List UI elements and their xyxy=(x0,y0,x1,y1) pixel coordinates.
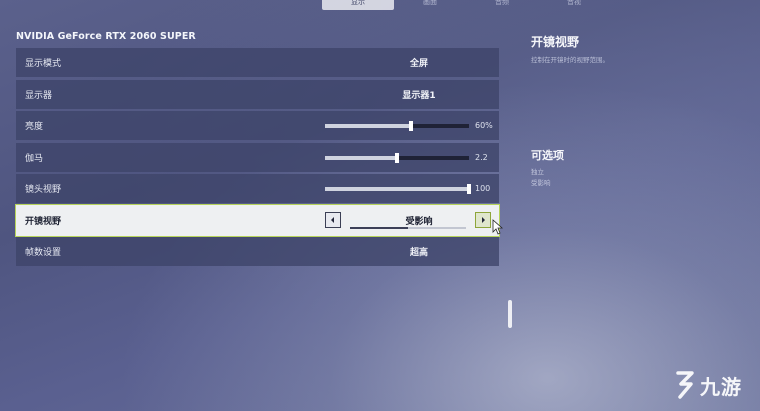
setting-value[interactable]: 显示器1 xyxy=(326,88,512,101)
setting-row-fov[interactable]: 镜头视野 100 xyxy=(16,174,499,203)
setting-label: 伽马 xyxy=(25,153,44,164)
option-next-button[interactable] xyxy=(475,211,491,228)
setting-label: 显示模式 xyxy=(25,59,62,69)
fov-value: 100 xyxy=(475,184,491,193)
setting-row-gamma[interactable]: 伽马 2.2 xyxy=(16,142,499,172)
option-item: 独立 xyxy=(531,168,544,176)
setting-row-monitor[interactable]: 显示器 显示器1 xyxy=(16,79,499,109)
slider-thumb[interactable] xyxy=(409,121,414,131)
gamma-slider[interactable] xyxy=(325,152,469,163)
tab-display[interactable]: 显示 xyxy=(322,0,394,10)
mouse-cursor-icon xyxy=(492,218,504,235)
setting-value[interactable]: 超高 xyxy=(326,245,512,258)
slider-thumb[interactable] xyxy=(467,184,471,194)
slider-fill xyxy=(325,124,412,128)
screen-glare xyxy=(508,300,512,328)
watermark: 九游 xyxy=(672,370,742,400)
settings-list: 显示模式 全屏 显示器 显示器1 亮度 60% 伽马 2.2 镜头视野 100 … xyxy=(15,48,504,269)
option-item: 受影响 xyxy=(531,179,551,187)
options-title: 可选项 xyxy=(531,149,564,162)
brightness-value: 60% xyxy=(475,121,493,130)
setting-row-framerate[interactable]: 帧数设置 超高 xyxy=(16,237,499,266)
setting-label: 帧数设置 xyxy=(25,248,62,258)
setting-label: 镜头视野 xyxy=(25,185,62,195)
setting-row-brightness[interactable]: 亮度 60% xyxy=(16,111,499,140)
setting-label: 亮度 xyxy=(25,122,44,132)
tab-voice[interactable]: 音视 xyxy=(538,0,610,10)
fov-slider[interactable] xyxy=(325,184,471,194)
setting-value[interactable]: 全屏 xyxy=(326,56,512,69)
chevron-right-icon xyxy=(482,216,485,223)
slider-fill xyxy=(325,187,469,191)
top-tab-bar: 显示 画面 音频 音视 xyxy=(322,0,622,10)
gamma-value: 2.2 xyxy=(475,152,488,162)
option-indicator xyxy=(350,226,466,229)
option-indicator-fill xyxy=(350,226,408,229)
brightness-slider[interactable] xyxy=(325,121,469,131)
setting-label: 显示器 xyxy=(25,90,53,101)
options-list: 独立 受影响 xyxy=(531,167,551,189)
setting-row-ads-fov[interactable]: 开镜视野 受影响 xyxy=(15,203,504,237)
watermark-text: 九游 xyxy=(700,374,742,399)
slider-fill xyxy=(325,155,397,160)
gpu-title: NVIDIA GeForce RTX 2060 SUPER xyxy=(16,31,196,42)
slider-thumb[interactable] xyxy=(395,152,399,163)
setting-row-display-mode[interactable]: 显示模式 全屏 xyxy=(16,48,499,77)
info-title: 开镜视野 xyxy=(531,35,580,49)
nine-game-logo-icon xyxy=(676,371,694,399)
info-description: 控制在开镜时的视野范围。 xyxy=(531,56,609,64)
tab-audio[interactable]: 音频 xyxy=(466,0,538,10)
setting-label: 开镜视野 xyxy=(25,216,62,227)
tab-graphics[interactable]: 画面 xyxy=(394,0,466,10)
